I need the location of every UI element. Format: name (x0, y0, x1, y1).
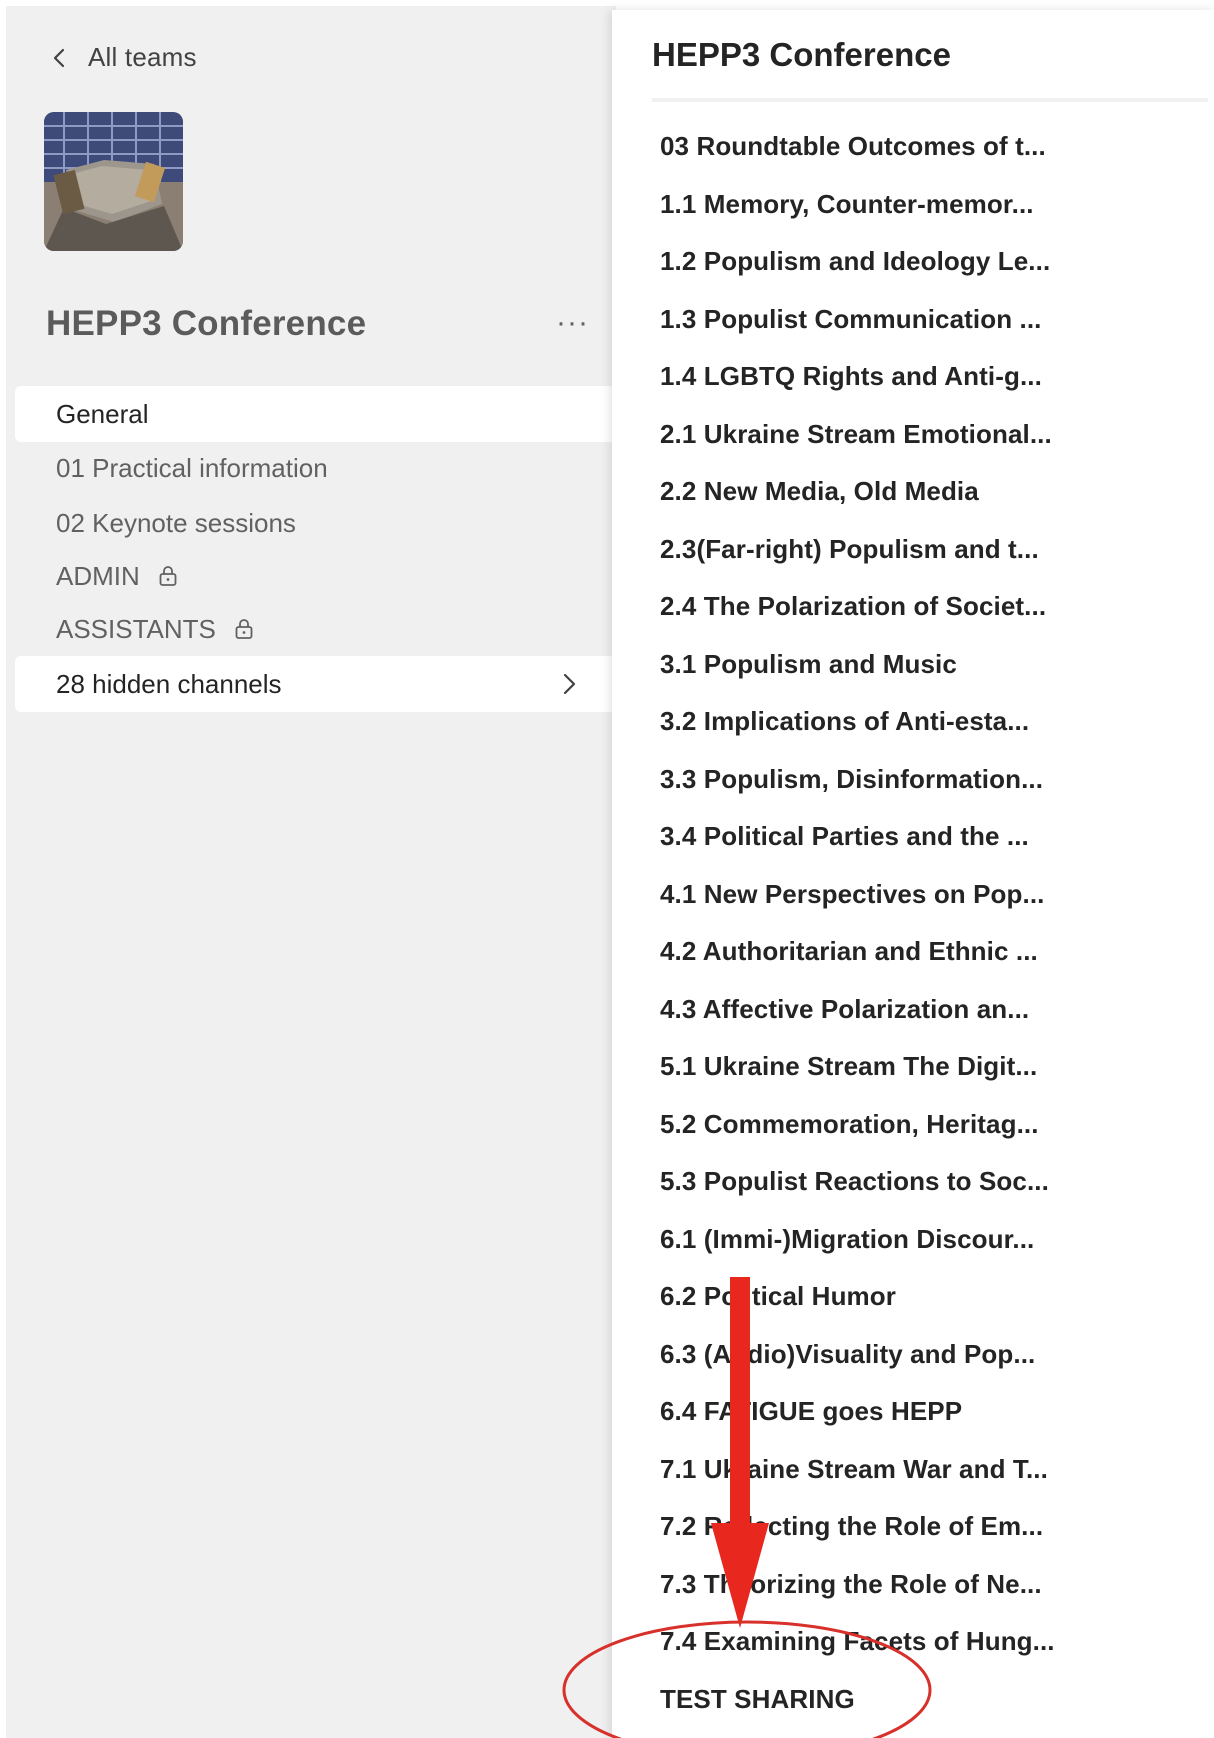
channel-label: General (56, 398, 149, 429)
team-name: HEPP3 Conference (46, 304, 367, 343)
hidden-channel-item[interactable]: 6.2 Political Humor (660, 1270, 1200, 1328)
hidden-channel-item[interactable]: 4.2 Authoritarian and Ethnic ... (660, 925, 1200, 983)
hidden-channel-item-test-sharing[interactable]: TEST SHARING (660, 1673, 1200, 1731)
hidden-channel-item[interactable]: 4.1 New Perspectives on Pop... (660, 868, 1200, 926)
hidden-channel-item[interactable]: 3.3 Populism, Disinformation... (660, 753, 1200, 811)
hidden-channel-item[interactable]: 6.1 (Immi-)Migration Discour... (660, 1213, 1200, 1271)
team-avatar (44, 112, 183, 251)
hidden-channel-item[interactable]: 2.2 New Media, Old Media (660, 465, 1200, 523)
hidden-channel-item[interactable]: 2.1 Ukraine Stream Emotional... (660, 408, 1200, 466)
hidden-channel-item[interactable]: 7.2 Reflecting the Role of Em... (660, 1500, 1200, 1558)
hidden-channel-item[interactable]: 5.3 Populist Reactions to Soc... (660, 1155, 1200, 1213)
panel-title: HEPP3 Conference (652, 36, 951, 73)
hidden-channel-item[interactable]: 4.3 Affective Polarization an... (660, 983, 1200, 1041)
lock-icon (159, 566, 177, 586)
channel-keynote-sessions[interactable]: 02 Keynote sessions (15, 495, 616, 551)
hidden-channel-item[interactable]: 7.3 Theorizing the Role of Ne... (660, 1558, 1200, 1616)
back-to-all-teams[interactable]: All teams (46, 42, 197, 73)
hidden-channel-item[interactable]: 1.1 Memory, Counter-memor... (660, 178, 1200, 236)
lock-icon (235, 619, 253, 639)
channel-general[interactable]: General (15, 386, 616, 442)
hidden-channels-label: 28 hidden channels (56, 668, 282, 699)
hidden-channels-panel: HEPP3 Conference 03 Roundtable Outcomes … (612, 10, 1214, 1738)
channel-label: 01 Practical information (56, 452, 328, 483)
hidden-channel-item[interactable]: 5.1 Ukraine Stream The Digit... (660, 1040, 1200, 1098)
hidden-channel-item[interactable]: 6.4 FATIGUE goes HEPP (660, 1385, 1200, 1443)
hidden-channel-item[interactable]: 6.3 (Audio)Visuality and Pop... (660, 1328, 1200, 1386)
hidden-channel-item[interactable]: 3.2 Implications of Anti-esta... (660, 695, 1200, 753)
hidden-channel-list: 03 Roundtable Outcomes of t... 1.1 Memor… (660, 120, 1200, 1730)
channel-label: 02 Keynote sessions (56, 507, 296, 538)
hidden-channels-button[interactable]: 28 hidden channels (15, 656, 616, 712)
channel-admin[interactable]: ADMIN (15, 548, 616, 604)
divider (652, 98, 1208, 102)
hidden-channel-item[interactable]: 1.3 Populist Communication ... (660, 293, 1200, 351)
hidden-channel-item[interactable]: 2.4 The Polarization of Societ... (660, 580, 1200, 638)
channel-assistants[interactable]: ASSISTANTS (15, 601, 616, 657)
hidden-channel-item[interactable]: 1.4 LGBTQ Rights and Anti-g... (660, 350, 1200, 408)
hidden-channel-item[interactable]: 03 Roundtable Outcomes of t... (660, 120, 1200, 178)
team-more-options-button[interactable]: ··· (556, 306, 589, 340)
team-sidebar: All teams HEPP3 Conference ··· General 0… (6, 6, 616, 1738)
hidden-channel-item[interactable]: 3.4 Political Parties and the ... (660, 810, 1200, 868)
hidden-channel-item[interactable]: 5.2 Commemoration, Heritag... (660, 1098, 1200, 1156)
channel-label: ADMIN (56, 560, 140, 591)
channel-label: ASSISTANTS (56, 613, 216, 644)
channel-practical-information[interactable]: 01 Practical information (15, 440, 616, 496)
chevron-left-icon (53, 48, 65, 67)
chevron-right-icon (563, 673, 576, 695)
hidden-channel-item[interactable]: 7.1 Ukraine Stream War and T... (660, 1443, 1200, 1501)
back-label: All teams (88, 42, 197, 72)
hidden-channel-item[interactable]: 1.2 Populism and Ideology Le... (660, 235, 1200, 293)
hidden-channel-item[interactable]: 2.3(Far-right) Populism and t... (660, 523, 1200, 581)
hidden-channel-item[interactable]: 7.4 Examining Facets of Hung... (660, 1615, 1200, 1673)
hidden-channel-item[interactable]: 3.1 Populism and Music (660, 638, 1200, 696)
